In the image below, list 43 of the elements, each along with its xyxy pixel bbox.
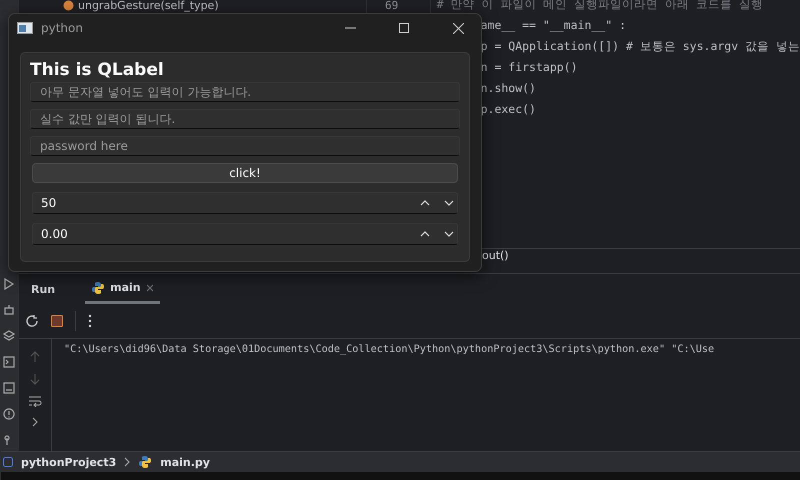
file-breadcrumb[interactable]: main.py (160, 456, 210, 468)
layers-icon[interactable] (3, 330, 15, 342)
python-logo-icon (91, 280, 106, 294)
chevron-down-icon (444, 231, 454, 237)
breadcrumb[interactable]: out() (482, 249, 800, 263)
stop-icon[interactable] (51, 315, 63, 327)
chevron-right-icon[interactable] (32, 417, 38, 427)
rerun-icon[interactable] (25, 314, 39, 328)
chevron-right-icon (124, 457, 130, 467)
spin-box[interactable]: 50 (32, 192, 458, 214)
python-logo-icon (138, 455, 152, 469)
close-icon[interactable] (146, 284, 154, 292)
heading-label: This is QLabel (30, 59, 165, 82)
run-icon[interactable] (3, 278, 15, 290)
folder-icon (3, 457, 13, 467)
wrap-icon[interactable] (28, 395, 42, 407)
terminal-icon[interactable] (3, 356, 15, 368)
minimize-icon (344, 27, 356, 29)
text-field[interactable]: 실수 값만 입력이 됩니다. (30, 109, 460, 129)
chevron-down-icon (444, 200, 454, 206)
project-breadcrumb[interactable]: pythonProject3 (21, 456, 116, 468)
warning-icon[interactable] (3, 408, 15, 420)
method-icon (63, 0, 74, 11)
maximize-icon (399, 23, 409, 33)
close-icon (452, 22, 464, 34)
more-icon[interactable] (88, 314, 92, 328)
chevron-up-icon (420, 231, 430, 237)
console-icon[interactable] (3, 382, 15, 394)
text-field[interactable]: password here (30, 136, 460, 156)
window-app-icon (17, 22, 33, 34)
text-field[interactable]: 아무 문자열 넣어도 입력이 가능합니다. (30, 82, 460, 102)
bot-icon[interactable] (3, 304, 15, 316)
code-line: p.exec() (480, 103, 537, 115)
line-number: 69 (385, 0, 400, 11)
window-title: python (41, 21, 84, 35)
code-line: n.show() (480, 82, 537, 94)
spin-box[interactable]: 0.00 (32, 223, 458, 245)
click-button[interactable]: click! (32, 163, 458, 183)
structure-item[interactable]: ungrabGesture(self_type) (78, 0, 219, 11)
chevron-up-icon (420, 200, 430, 206)
code-line: ame__ == "__main__" : (480, 19, 627, 31)
console-output: "C:\Users\did96\Data Storage\01Documents\Code_Collection\Python\pythonProject3\Scripts\python.exe" "C:\Use (64, 343, 714, 357)
run-panel-title: Run (31, 282, 56, 296)
